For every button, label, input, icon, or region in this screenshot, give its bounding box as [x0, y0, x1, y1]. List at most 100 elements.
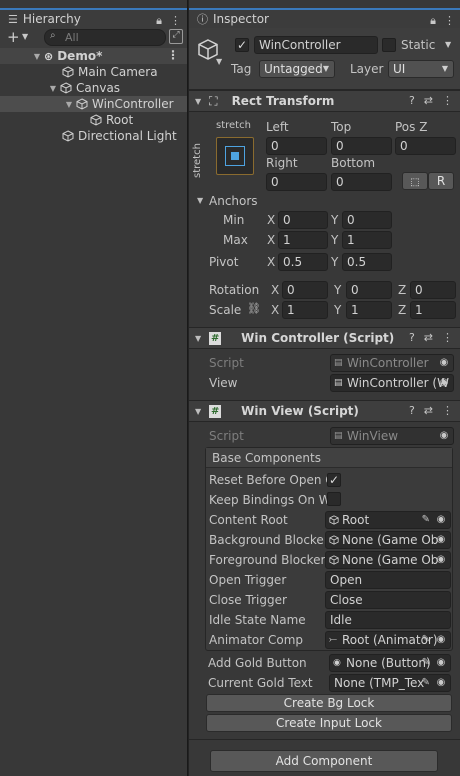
add-component-button[interactable]: Add Component [210, 750, 438, 772]
win-view-header[interactable]: ▼ # Win View (Script) ? ⇄ ⋮ [189, 400, 460, 422]
object-picker-icon[interactable]: ◉ [434, 553, 448, 567]
keep-bindings-checkbox[interactable] [327, 492, 341, 506]
z-label: Z [398, 303, 407, 317]
rotation-z-field[interactable]: 0 [410, 281, 456, 299]
rotation-x-field[interactable]: 0 [282, 281, 328, 299]
blueprint-mode-button[interactable]: ⬚ [402, 172, 428, 190]
more-options-icon[interactable]: ⋮ [167, 48, 179, 62]
animator-field[interactable]: ⤚ Root (Animator) ✎ ◉ [325, 631, 451, 649]
hierarchy-item-directional-light[interactable]: Directional Light [0, 128, 187, 144]
more-options-icon[interactable]: ⋮ [170, 14, 181, 28]
divider [189, 739, 460, 740]
scale-z-field[interactable]: 1 [410, 301, 456, 319]
scale-x-field[interactable]: 1 [282, 301, 328, 319]
help-icon[interactable]: ? [409, 404, 415, 417]
content-root-field[interactable]: Root ✎ ◉ [325, 511, 451, 529]
foreground-blocker-label: Foreground Blocker [209, 553, 326, 567]
edit-icon[interactable]: ✎ [422, 632, 430, 648]
create-input-lock-button[interactable]: Create Input Lock [206, 714, 452, 732]
object-picker-icon[interactable]: ◉ [437, 356, 451, 370]
open-trigger-field[interactable]: Open [325, 571, 451, 589]
posz-field[interactable]: 0 [395, 137, 456, 155]
base-components-header[interactable]: Base Components [206, 448, 452, 468]
object-picker-icon[interactable]: ◉ [434, 656, 448, 670]
hierarchy-item-root[interactable]: Root [0, 112, 187, 128]
anchor-min-x-field[interactable]: 0 [278, 211, 328, 229]
presets-icon[interactable]: ⇄ [424, 331, 433, 344]
create-bg-lock-button[interactable]: Create Bg Lock [206, 694, 452, 712]
object-picker-icon[interactable]: ◉ [434, 633, 448, 647]
pivot-x-field[interactable]: 0.5 [278, 253, 328, 271]
help-icon[interactable]: ? [409, 94, 415, 107]
collapse-arrow-icon[interactable]: ▼ [197, 196, 203, 205]
help-icon[interactable]: ? [409, 331, 415, 344]
gameobject-icon [76, 98, 88, 110]
view-field[interactable]: ▤ WinController (W ◉ [330, 374, 454, 392]
object-picker-icon[interactable]: ◉ [434, 513, 448, 527]
constrain-proportions-icon[interactable]: ⛓ [247, 302, 261, 315]
presets-icon[interactable]: ⇄ [424, 404, 433, 417]
static-checkbox[interactable] [382, 38, 396, 52]
hierarchy-tab[interactable]: ☰ Hierarchy 🔒︎ ⋮ [0, 8, 187, 28]
collapse-arrow-icon[interactable]: ▼ [195, 97, 201, 106]
foreground-blocker-field[interactable]: None (Game Ob ◉ [325, 551, 451, 569]
object-picker-icon[interactable]: ◉ [434, 533, 448, 547]
close-trigger-field[interactable]: Close [325, 591, 451, 609]
more-options-icon[interactable]: ⋮ [442, 404, 453, 417]
chevron-down-icon[interactable]: ▼ [216, 57, 222, 66]
object-picker-icon[interactable]: ◉ [434, 676, 448, 690]
object-picker-icon[interactable]: ◉ [437, 376, 451, 390]
edit-icon[interactable]: ✎ [422, 512, 430, 528]
gold-text-field[interactable]: None (TMP_Tex ✎ ◉ [329, 674, 451, 692]
scene-visibility-icon[interactable]: ⤢ [169, 29, 183, 44]
anchor-min-y-field[interactable]: 0 [342, 211, 392, 229]
hierarchy-item-main-camera[interactable]: Main Camera [0, 64, 187, 80]
more-options-icon[interactable]: ⋮ [444, 14, 455, 28]
pivot-y-field[interactable]: 0.5 [342, 253, 392, 271]
lock-icon[interactable]: 🔒︎ [156, 14, 162, 28]
edit-icon[interactable]: ✎ [422, 675, 430, 691]
rect-transform-header[interactable]: ▼ ⛶ Rect Transform ? ⇄ ⋮ [189, 90, 460, 112]
raw-edit-button[interactable]: R [428, 172, 454, 190]
layer-dropdown[interactable]: UI [388, 60, 454, 78]
anchor-max-y-field[interactable]: 1 [342, 231, 392, 249]
collapse-arrow-icon[interactable]: ▼ [195, 407, 201, 416]
top-field[interactable]: 0 [331, 137, 392, 155]
rotation-y-field[interactable]: 0 [346, 281, 392, 299]
edit-icon[interactable]: ✎ [422, 655, 430, 671]
search-input[interactable]: ⌕ All [44, 29, 166, 46]
hierarchy-item-wincontroller[interactable]: ▼ WinController [0, 96, 187, 112]
more-options-icon[interactable]: ⋮ [442, 94, 453, 107]
expand-arrow-icon[interactable]: ▼ [48, 84, 58, 93]
add-icon[interactable]: + [7, 28, 20, 46]
tag-label: Tag [231, 62, 252, 76]
object-picker-icon[interactable]: ◉ [437, 429, 451, 443]
hierarchy-item-demo-scene[interactable]: ▼ ⊛ Demo* ⋮ [0, 48, 187, 64]
presets-icon[interactable]: ⇄ [424, 94, 433, 107]
chevron-down-icon[interactable]: ▼ [445, 40, 451, 49]
hierarchy-item-canvas[interactable]: ▼ Canvas [0, 80, 187, 96]
expand-arrow-icon[interactable]: ▼ [32, 52, 42, 61]
object-name-field[interactable]: WinController [254, 36, 378, 54]
background-blocker-field[interactable]: None (Game Ob ◉ [325, 531, 451, 549]
idle-state-field[interactable]: Idle [325, 611, 451, 629]
pivot-label: Pivot [209, 255, 239, 269]
bottom-field[interactable]: 0 [331, 173, 392, 191]
chevron-down-icon[interactable]: ▼ [22, 32, 28, 41]
tag-dropdown[interactable]: Untagged [259, 60, 335, 78]
reset-before-open-checkbox[interactable]: ✓ [327, 473, 341, 487]
active-checkbox[interactable]: ✓ [235, 38, 249, 52]
left-field[interactable]: 0 [266, 137, 327, 155]
collapse-arrow-icon[interactable]: ▼ [195, 334, 201, 343]
y-label: Y [331, 213, 339, 227]
anchor-presets-button[interactable] [216, 137, 254, 175]
expand-arrow-icon[interactable]: ▼ [64, 100, 74, 109]
add-gold-field[interactable]: ◉ None (Button) ✎ ◉ [329, 654, 451, 672]
win-controller-header[interactable]: ▼ # Win Controller (Script) ? ⇄ ⋮ [189, 327, 460, 349]
right-field[interactable]: 0 [266, 173, 327, 191]
inspector-tab[interactable]: ⓘ Inspector 🔒︎ ⋮ [189, 8, 460, 28]
anchor-max-x-field[interactable]: 1 [278, 231, 328, 249]
scale-y-field[interactable]: 1 [346, 301, 392, 319]
more-options-icon[interactable]: ⋮ [442, 331, 453, 344]
lock-icon[interactable]: 🔒︎ [430, 14, 436, 28]
